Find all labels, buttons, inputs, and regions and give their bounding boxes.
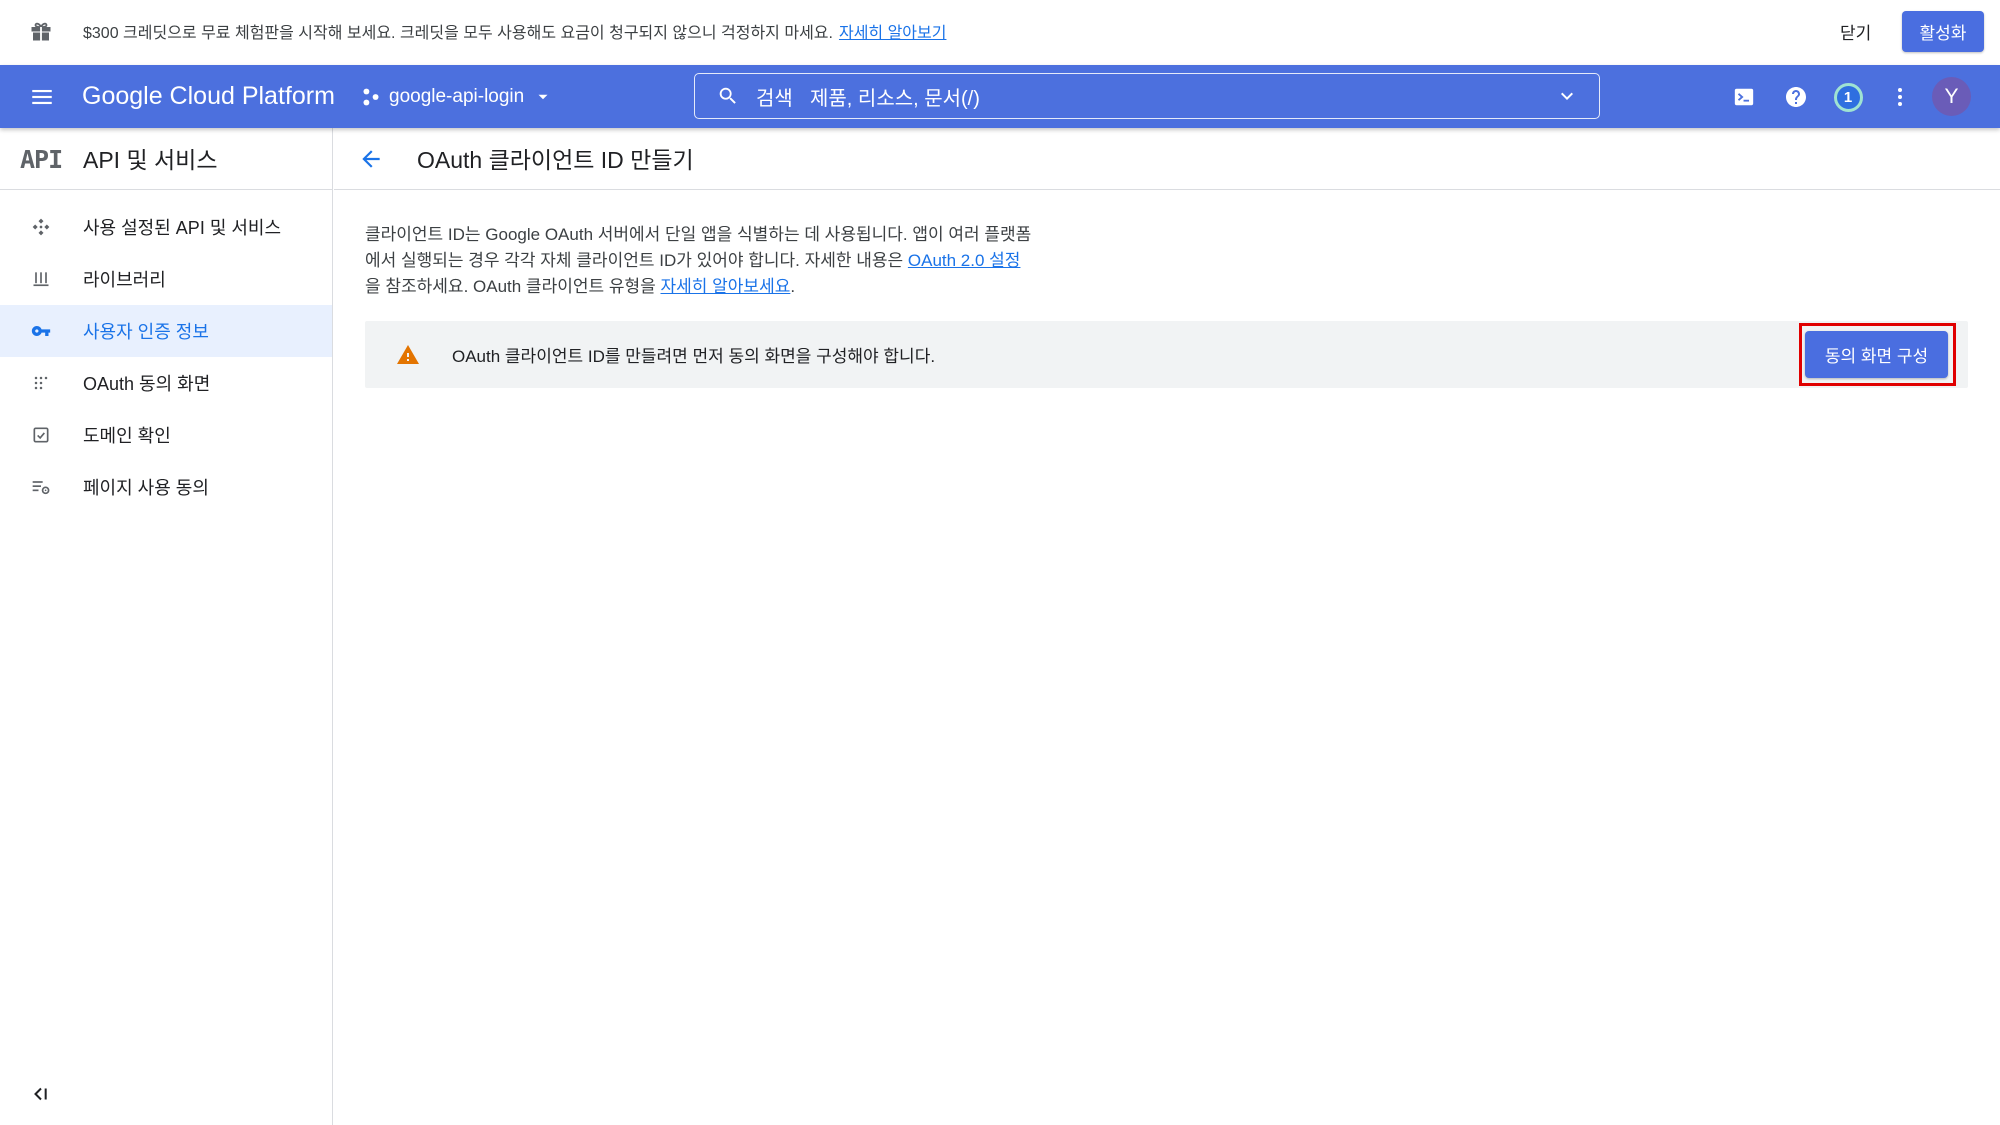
sidebar-item-domain-verification[interactable]: 도메인 확인 bbox=[0, 409, 332, 461]
sidebar-item-label: OAuth 동의 화면 bbox=[83, 374, 211, 394]
gift-icon bbox=[31, 22, 51, 41]
sidebar-title: API 및 서비스 bbox=[83, 147, 218, 173]
sidebar-item-oauth-consent[interactable]: OAuth 동의 화면 bbox=[0, 357, 332, 409]
sidebar: API API 및 서비스 사용 설정된 API 및 서비스 라이브러리 사용자… bbox=[0, 128, 333, 1125]
sidebar-item-label: 사용 설정된 API 및 서비스 bbox=[83, 218, 282, 238]
sidebar-item-label: 라이브러리 bbox=[83, 270, 166, 290]
page-title: OAuth 클라이언트 ID 만들기 bbox=[417, 147, 694, 173]
oauth-settings-link[interactable]: OAuth 2.0 설정 bbox=[908, 251, 1021, 270]
activate-button[interactable]: 활성화 bbox=[1902, 11, 1984, 52]
learn-more-link[interactable]: 자세히 알아보세요 bbox=[661, 277, 791, 296]
search-hint: 제품, 리소스, 문서(/) bbox=[810, 87, 980, 110]
page-usage-icon bbox=[32, 481, 50, 495]
cloud-shell-icon bbox=[1734, 88, 1754, 106]
sidebar-item-page-usage-agreements[interactable]: 페이지 사용 동의 bbox=[0, 461, 332, 513]
sidebar-item-enabled-apis[interactable]: 사용 설정된 API 및 서비스 bbox=[0, 201, 332, 253]
notification-button[interactable]: 1 bbox=[1830, 79, 1866, 115]
help-icon bbox=[1786, 87, 1806, 107]
sidebar-item-credentials[interactable]: 사용자 인증 정보 bbox=[0, 305, 332, 357]
api-logo-icon: API bbox=[20, 144, 63, 174]
description-text: 을 참조하세요. OAuth 클라이언트 유형을 bbox=[365, 277, 661, 296]
hamburger-menu-icon[interactable] bbox=[29, 84, 55, 110]
banner-message: $300 크레딧으로 무료 체험판을 시작해 보세요. 크레딧을 모두 사용해도… bbox=[83, 0, 946, 62]
caret-down-icon bbox=[538, 94, 548, 99]
consent-screen-icon bbox=[34, 376, 48, 390]
chevron-down-icon[interactable] bbox=[1555, 84, 1579, 108]
project-selector[interactable]: google-api-login bbox=[360, 65, 552, 128]
library-icon bbox=[33, 272, 49, 287]
help-button[interactable] bbox=[1778, 79, 1814, 115]
promo-banner: $300 크레딧으로 무료 체험판을 시작해 보세요. 크레딧을 모두 사용해도… bbox=[0, 0, 2000, 65]
collapse-sidebar-icon[interactable] bbox=[30, 1083, 52, 1105]
cloud-shell-button[interactable] bbox=[1726, 79, 1762, 115]
page-description: 클라이언트 ID는 Google OAuth 서버에서 단일 앱을 식별하는 데… bbox=[365, 222, 1033, 300]
sidebar-item-label: 페이지 사용 동의 bbox=[83, 478, 209, 498]
search-input[interactable]: 검색 제품, 리소스, 문서(/) bbox=[694, 73, 1600, 119]
search-icon bbox=[719, 87, 736, 104]
project-icon bbox=[363, 88, 379, 105]
sidebar-item-label: 도메인 확인 bbox=[83, 426, 171, 446]
sidebar-item-label: 사용자 인증 정보 bbox=[83, 322, 209, 342]
domain-check-icon bbox=[33, 427, 49, 443]
api-icon bbox=[32, 218, 50, 236]
top-app-bar: Google Cloud Platform google-api-login 검… bbox=[0, 65, 2000, 128]
description-text: . bbox=[790, 277, 796, 296]
sidebar-item-library[interactable]: 라이브러리 bbox=[0, 253, 332, 305]
product-name[interactable]: Google Cloud Platform bbox=[82, 65, 335, 128]
notification-icon: 1 bbox=[1833, 82, 1863, 112]
avatar[interactable]: Y bbox=[1932, 77, 1971, 116]
project-name: google-api-login bbox=[389, 85, 525, 107]
more-vert-icon bbox=[1898, 88, 1902, 106]
warning-text: OAuth 클라이언트 ID를 만들려면 먼저 동의 화면을 구성해야 합니다. bbox=[452, 347, 936, 366]
page-header: OAuth 클라이언트 ID 만들기 bbox=[334, 128, 2000, 190]
banner-close-button[interactable]: 닫기 bbox=[1840, 0, 1871, 62]
banner-text: $300 크레딧으로 무료 체험판을 시작해 보세요. 크레딧을 모두 사용해도… bbox=[83, 25, 833, 42]
banner-learn-more-link[interactable]: 자세히 알아보기 bbox=[839, 19, 947, 43]
sidebar-header: API API 및 서비스 bbox=[0, 128, 333, 190]
search-label: 검색 bbox=[756, 87, 793, 110]
back-arrow-icon[interactable] bbox=[358, 146, 384, 172]
key-icon bbox=[31, 326, 51, 336]
warning-icon bbox=[397, 345, 419, 364]
configure-consent-screen-button[interactable]: 동의 화면 구성 bbox=[1805, 331, 1948, 378]
more-options-button[interactable] bbox=[1882, 79, 1918, 115]
